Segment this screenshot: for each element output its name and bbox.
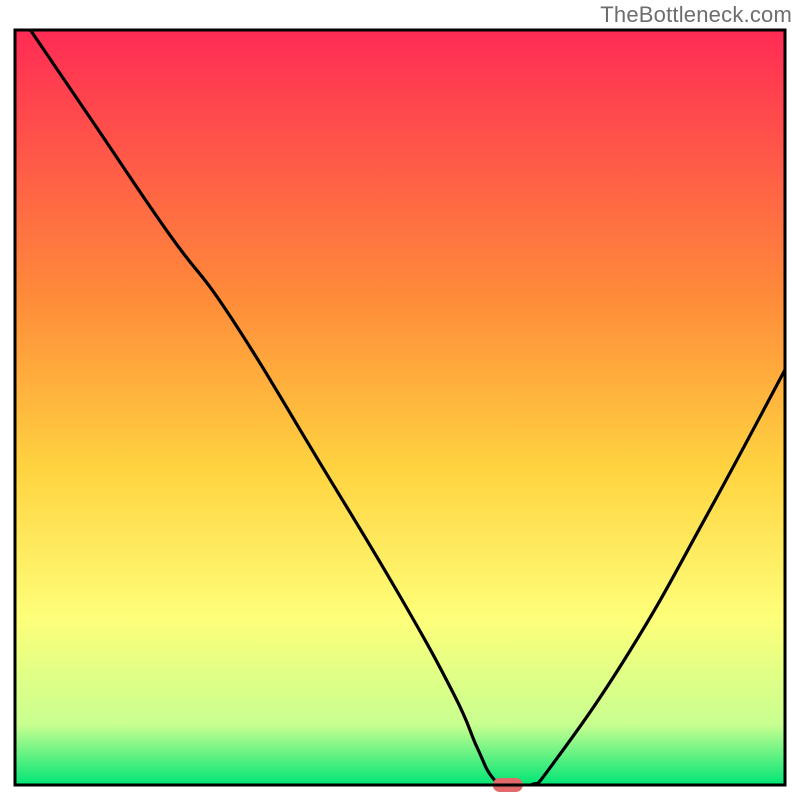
chart-stage: { "watermark": "TheBottleneck.com", "cha… — [0, 0, 800, 800]
watermark-text: TheBottleneck.com — [600, 2, 792, 28]
bottleneck-chart — [0, 0, 800, 800]
plot-background — [15, 30, 785, 785]
